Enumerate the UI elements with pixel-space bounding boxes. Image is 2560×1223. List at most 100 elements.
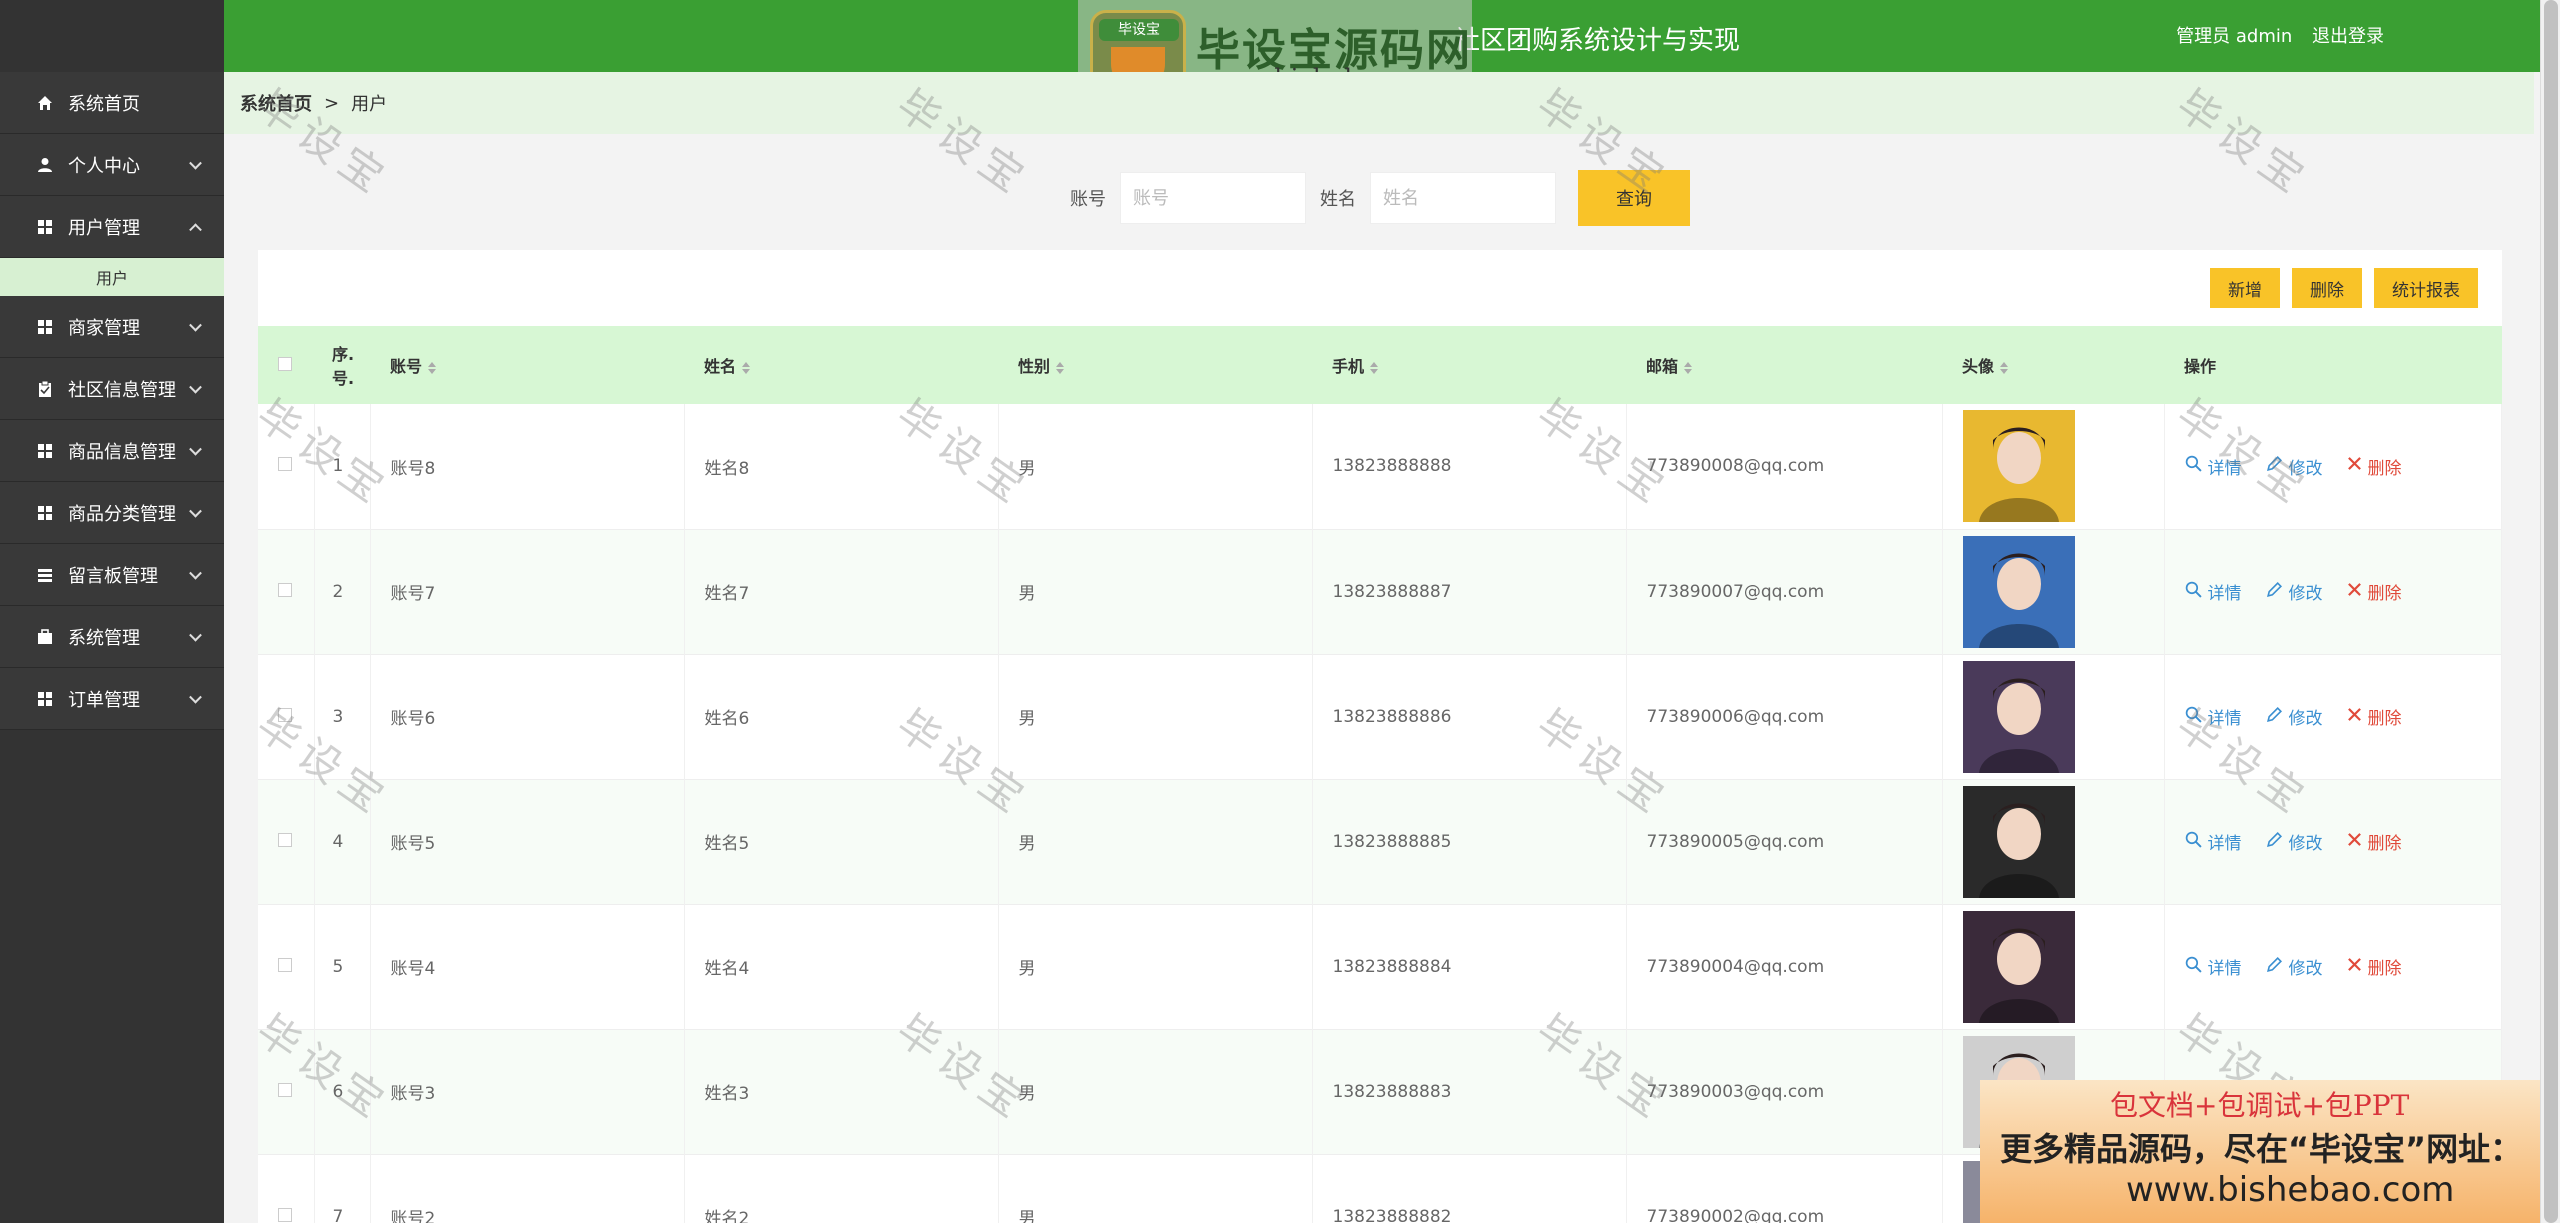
logout-link[interactable]: 退出登录 [2312,26,2384,47]
avatar[interactable] [1962,785,2075,898]
grid-icon [36,218,54,236]
cell-gender: 男 [998,654,1313,779]
column-header-actions: 操作 [2184,357,2217,376]
sort-icon[interactable] [428,361,437,374]
select-all-checkbox[interactable] [278,356,292,371]
row-checkbox[interactable] [278,707,292,722]
grid-icon [36,318,54,336]
row-checkbox[interactable] [278,457,292,472]
breadcrumb-current: 用户 [351,94,388,115]
delete-link[interactable]: 删除 [2347,704,2402,729]
cell-email: 773890007@qq.com [1626,529,1943,654]
sort-icon[interactable] [1684,361,1693,374]
sidebar-item-label: 社区信息管理 [68,379,176,401]
sidebar-item[interactable]: 留言板管理 [0,544,224,606]
row-checkbox[interactable] [278,1207,292,1222]
cell-actions: 详情修改删除 [2164,654,2502,779]
sidebar-item[interactable]: 用户管理 [0,196,224,258]
search-icon [2185,831,2202,853]
column-header-name[interactable]: 姓名 [684,326,998,404]
edit-link[interactable]: 修改 [2266,704,2323,729]
sidebar-item-label: 系统首页 [68,93,140,115]
edit-link[interactable]: 修改 [2266,454,2323,479]
report-button[interactable]: 统计报表 [2374,268,2478,308]
row-checkbox[interactable] [278,582,292,597]
sort-icon[interactable] [1370,361,1379,374]
sidebar-item[interactable]: 系统管理 [0,606,224,668]
account-input[interactable] [1120,172,1306,224]
cell-actions: 详情修改删除 [2164,404,2502,529]
briefcase-icon [36,628,54,646]
promo-banner: 包文档+包调试+包PPT 更多精品源码，尽在“毕设宝”网址： www.bishe… [1980,1080,2560,1223]
row-index: 6 [314,1029,371,1154]
detail-link[interactable]: 详情 [2185,579,2242,604]
delete-link[interactable]: 删除 [2347,829,2402,854]
column-header-phone[interactable]: 手机 [1312,326,1626,404]
cell-email: 773890004@qq.com [1626,904,1943,1029]
detail-link[interactable]: 详情 [2185,954,2242,979]
avatar[interactable] [1962,410,2075,523]
detail-link[interactable]: 详情 [2185,454,2242,479]
row-select-cell [258,654,315,779]
chevron-down-icon [189,566,202,580]
vertical-scrollbar[interactable] [2540,0,2560,1223]
chevron-down-icon [189,380,202,394]
sidebar-item[interactable]: 订单管理 [0,668,224,730]
edit-icon [2266,581,2283,603]
close-icon [2347,832,2362,852]
user-icon [36,156,54,174]
sidebar-item[interactable]: 系统首页 [0,72,224,134]
avatar[interactable] [1962,660,2075,773]
row-checkbox[interactable] [278,957,292,972]
row-select-cell [258,1029,315,1154]
edit-icon [2266,956,2283,978]
avatar[interactable] [1962,910,2075,1023]
sidebar: 系统首页个人中心 用户管理 用户 商家管理社区信息管理商品信息管理 商品分类管理 留言板管… [0,0,224,1223]
sort-icon[interactable] [742,361,751,374]
sidebar-item[interactable]: 商品信息管理 [0,420,224,482]
column-header-account[interactable]: 账号 [370,326,684,404]
cell-email: 773890003@qq.com [1626,1029,1943,1154]
column-header-email[interactable]: 邮箱 [1626,326,1942,404]
row-checkbox[interactable] [278,832,292,847]
grid-icon [36,442,54,460]
sidebar-item[interactable]: 商品分类管理 [0,482,224,544]
add-button[interactable]: 新增 [2210,268,2280,308]
name-input[interactable] [1370,172,1556,224]
cell-phone: 13823888886 [1312,654,1627,779]
close-icon [2347,707,2362,727]
scrollbar-thumb[interactable] [2544,0,2558,1223]
sort-icon[interactable] [1056,361,1065,374]
query-button[interactable]: 查询 [1578,170,1690,226]
sidebar-item[interactable]: 社区信息管理 [0,358,224,420]
column-header-gender[interactable]: 性别 [998,326,1312,404]
sidebar-subitem-user[interactable]: 用户 [0,258,224,296]
sidebar-item[interactable]: 商家管理 [0,296,224,358]
delete-link[interactable]: 删除 [2347,954,2402,979]
sidebar-menu: 系统首页个人中心 用户管理 用户 商家管理社区信息管理商品信息管理 商品分类管理 留言板管… [0,72,224,730]
sidebar-item-label: 系统管理 [68,627,140,649]
select-all-header [258,326,314,404]
close-icon [2347,456,2362,476]
breadcrumb-separator: > [324,92,340,114]
cell-name: 姓名8 [684,404,999,529]
delete-link[interactable]: 删除 [2347,454,2402,479]
avatar[interactable] [1962,535,2075,648]
cell-name: 姓名5 [684,779,999,904]
breadcrumb-home[interactable]: 系统首页 [240,90,312,116]
row-checkbox[interactable] [278,1082,292,1097]
column-header-avatar[interactable]: 头像 [1942,326,2164,404]
edit-link[interactable]: 修改 [2266,954,2323,979]
delete-link[interactable]: 删除 [2347,579,2402,604]
cell-name: 姓名4 [684,904,999,1029]
chevron-down-icon [189,628,202,642]
cell-name: 姓名2 [684,1154,999,1223]
detail-link[interactable]: 详情 [2185,829,2242,854]
detail-link[interactable]: 详情 [2185,704,2242,729]
edit-link[interactable]: 修改 [2266,579,2323,604]
sort-icon[interactable] [2000,361,2009,374]
edit-icon [2266,455,2283,477]
sidebar-item[interactable]: 个人中心 [0,134,224,196]
edit-link[interactable]: 修改 [2266,829,2323,854]
delete-button[interactable]: 删除 [2292,268,2362,308]
